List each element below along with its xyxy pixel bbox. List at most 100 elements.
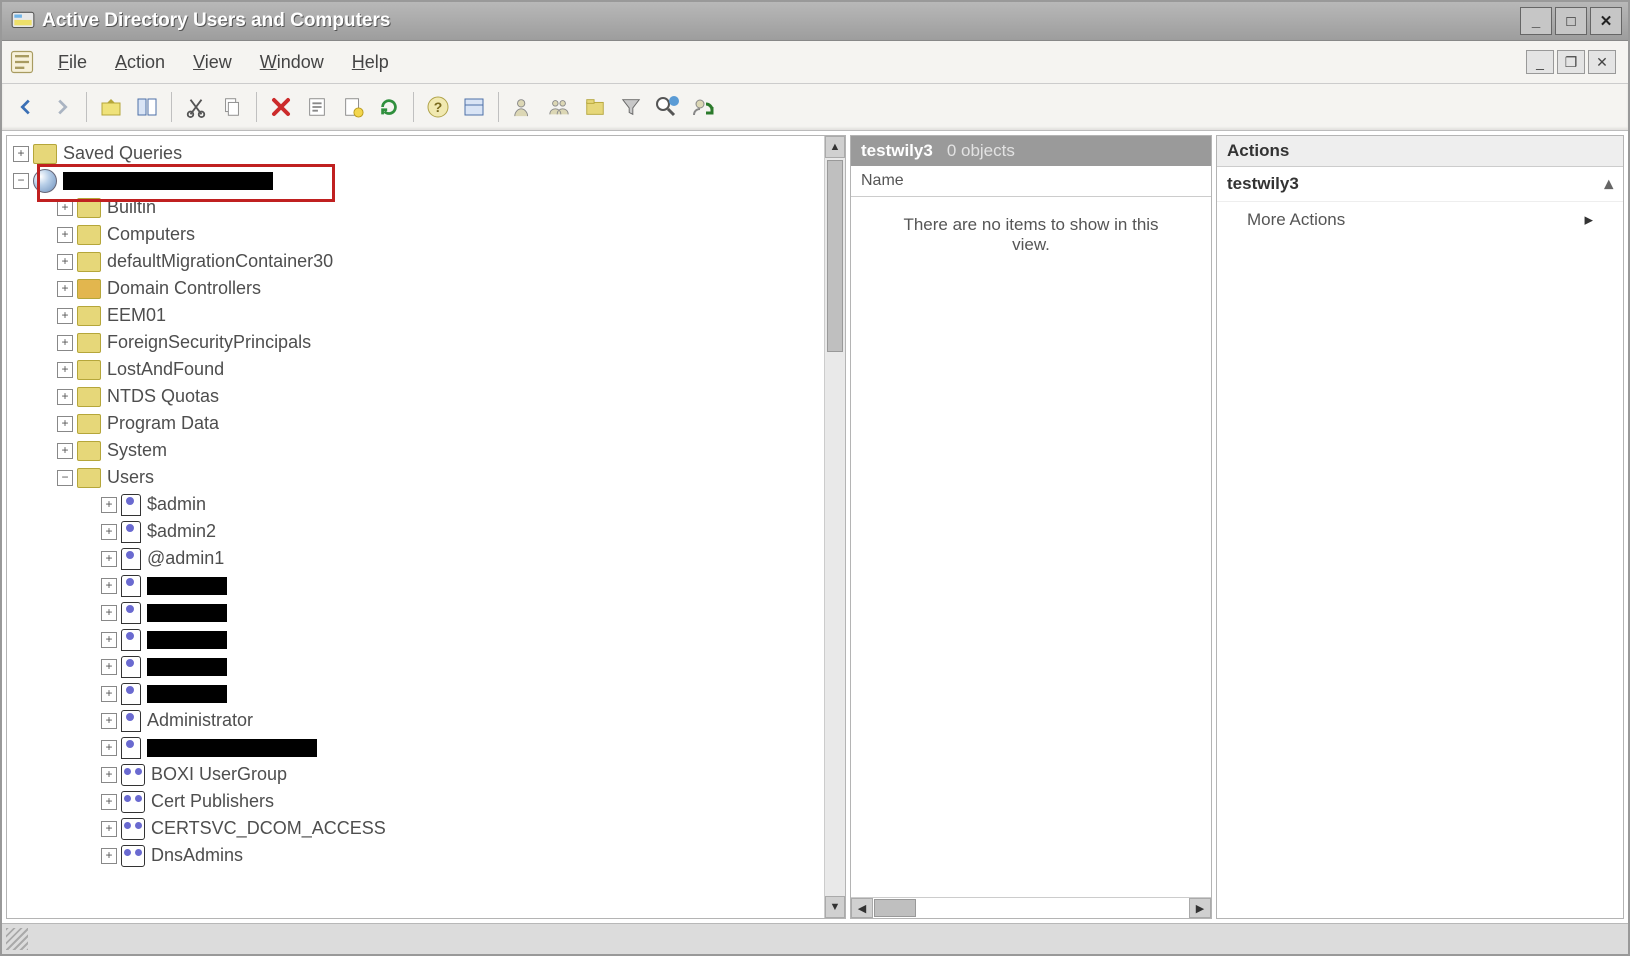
tree-node-user[interactable]: + bbox=[11, 734, 824, 761]
cut-button[interactable] bbox=[180, 91, 212, 123]
tree-node-user[interactable]: +BOXI UserGroup bbox=[11, 761, 824, 788]
expander-icon[interactable]: + bbox=[57, 443, 73, 459]
new-object-button[interactable] bbox=[337, 91, 369, 123]
expander-icon[interactable]: + bbox=[57, 362, 73, 378]
help-button[interactable]: ? bbox=[422, 91, 454, 123]
scroll-thumb[interactable] bbox=[827, 160, 843, 352]
tree-node-user[interactable]: +CERTSVC_DCOM_ACCESS bbox=[11, 815, 824, 842]
mdi-restore-button[interactable]: ❐ bbox=[1557, 50, 1585, 74]
maximize-button[interactable]: □ bbox=[1555, 7, 1587, 35]
resize-grip[interactable] bbox=[6, 928, 28, 950]
scroll-right-button[interactable]: ▶ bbox=[1189, 898, 1211, 918]
expander-icon[interactable]: + bbox=[101, 497, 117, 513]
properties-button[interactable] bbox=[301, 91, 333, 123]
delete-button[interactable] bbox=[265, 91, 297, 123]
nav-forward-button[interactable] bbox=[46, 91, 78, 123]
group-icon bbox=[121, 845, 145, 867]
scroll-left-button[interactable]: ◀ bbox=[851, 898, 873, 918]
tree-node-builtin[interactable]: +Builtin bbox=[11, 194, 824, 221]
minimize-button[interactable]: _ bbox=[1520, 7, 1552, 35]
list-columns[interactable]: Name bbox=[851, 166, 1211, 197]
close-button[interactable]: ✕ bbox=[1590, 7, 1622, 35]
expander-icon[interactable]: + bbox=[57, 281, 73, 297]
expander-icon[interactable]: + bbox=[101, 659, 117, 675]
tree-node-user[interactable]: + bbox=[11, 572, 824, 599]
tree-node-domain-controllers[interactable]: +Domain Controllers bbox=[11, 275, 824, 302]
expander-icon[interactable]: + bbox=[101, 740, 117, 756]
tree-node-user[interactable]: + bbox=[11, 599, 824, 626]
tree-node-user[interactable]: +$admin bbox=[11, 491, 824, 518]
tree-node-user[interactable]: + bbox=[11, 680, 824, 707]
scroll-up-button[interactable]: ▲ bbox=[825, 136, 845, 158]
tree-node-user[interactable]: + bbox=[11, 626, 824, 653]
expander-icon[interactable]: + bbox=[101, 767, 117, 783]
tree-node-user[interactable]: +Cert Publishers bbox=[11, 788, 824, 815]
tree-node-users[interactable]: −Users bbox=[11, 464, 824, 491]
actions-context-header[interactable]: testwily3 ▴ bbox=[1217, 167, 1623, 202]
expander-icon[interactable]: + bbox=[57, 200, 73, 216]
refresh-button[interactable] bbox=[373, 91, 405, 123]
tree-node-saved-queries[interactable]: + Saved Queries bbox=[11, 140, 824, 167]
up-button[interactable] bbox=[95, 91, 127, 123]
tree-node-computers[interactable]: +Computers bbox=[11, 221, 824, 248]
copy-button[interactable] bbox=[216, 91, 248, 123]
menu-view[interactable]: View bbox=[179, 48, 246, 77]
expander-icon[interactable]: + bbox=[57, 254, 73, 270]
filter-button[interactable] bbox=[615, 91, 647, 123]
expander-icon[interactable]: + bbox=[101, 821, 117, 837]
list-scrollbar-horizontal[interactable]: ◀ ▶ bbox=[851, 897, 1211, 918]
expander-icon[interactable]: + bbox=[101, 605, 117, 621]
expander-icon[interactable]: + bbox=[101, 524, 117, 540]
tree-node-user[interactable]: +DnsAdmins bbox=[11, 842, 824, 869]
menu-window[interactable]: Window bbox=[246, 48, 338, 77]
new-ou-button[interactable] bbox=[579, 91, 611, 123]
tree-node-user[interactable]: + bbox=[11, 653, 824, 680]
user-icon bbox=[121, 494, 141, 516]
expander-icon[interactable]: + bbox=[57, 389, 73, 405]
expander-icon[interactable]: + bbox=[57, 308, 73, 324]
find-button[interactable] bbox=[651, 91, 683, 123]
expander-icon[interactable]: − bbox=[57, 470, 73, 486]
tree-node-eem01[interactable]: +EEM01 bbox=[11, 302, 824, 329]
new-user-button[interactable] bbox=[507, 91, 539, 123]
menu-file[interactable]: File bbox=[44, 48, 101, 77]
node-label: System bbox=[107, 440, 167, 461]
expander-icon[interactable]: + bbox=[101, 713, 117, 729]
mdi-minimize-button[interactable]: _ bbox=[1526, 50, 1554, 74]
expander-icon[interactable]: + bbox=[101, 848, 117, 864]
tree-node-program-data[interactable]: +Program Data bbox=[11, 410, 824, 437]
expander-icon[interactable]: + bbox=[57, 227, 73, 243]
expander-icon[interactable]: + bbox=[101, 632, 117, 648]
tree-node-user[interactable]: +Administrator bbox=[11, 707, 824, 734]
tree-node-ntds-quotas[interactable]: +NTDS Quotas bbox=[11, 383, 824, 410]
tree-scrollbar-vertical[interactable]: ▲ ▼ bbox=[824, 136, 845, 918]
mdi-close-button[interactable]: ✕ bbox=[1588, 50, 1616, 74]
nav-back-button[interactable] bbox=[10, 91, 42, 123]
expander-icon[interactable]: + bbox=[101, 686, 117, 702]
new-group-button[interactable] bbox=[543, 91, 575, 123]
scroll-thumb[interactable] bbox=[874, 899, 916, 917]
expander-icon[interactable]: + bbox=[57, 416, 73, 432]
expander-icon[interactable]: + bbox=[13, 146, 29, 162]
tree-view[interactable]: + Saved Queries − +Builtin +Computers +d… bbox=[7, 136, 824, 918]
expander-icon[interactable]: − bbox=[13, 173, 29, 189]
expander-icon[interactable]: + bbox=[101, 578, 117, 594]
expander-icon[interactable]: + bbox=[101, 794, 117, 810]
menu-help[interactable]: Help bbox=[338, 48, 403, 77]
tree-node-system[interactable]: + System bbox=[11, 437, 824, 464]
add-to-group-button[interactable] bbox=[687, 91, 719, 123]
show-hide-tree-button[interactable] bbox=[131, 91, 163, 123]
tree-node-domain[interactable]: − bbox=[11, 167, 824, 194]
expander-icon[interactable]: + bbox=[57, 335, 73, 351]
export-list-button[interactable] bbox=[458, 91, 490, 123]
tree-node-default-migration-container[interactable]: +defaultMigrationContainer30 bbox=[11, 248, 824, 275]
tree-node-fsp[interactable]: +ForeignSecurityPrincipals bbox=[11, 329, 824, 356]
column-name[interactable]: Name bbox=[861, 172, 904, 190]
expander-icon[interactable]: + bbox=[101, 551, 117, 567]
scroll-down-button[interactable]: ▼ bbox=[825, 896, 845, 918]
menu-action[interactable]: Action bbox=[101, 48, 179, 77]
actions-more-actions[interactable]: More Actions ▸ bbox=[1217, 202, 1623, 238]
tree-node-user[interactable]: +@admin1 bbox=[11, 545, 824, 572]
tree-node-user[interactable]: +$admin2 bbox=[11, 518, 824, 545]
tree-node-lostandfound[interactable]: +LostAndFound bbox=[11, 356, 824, 383]
